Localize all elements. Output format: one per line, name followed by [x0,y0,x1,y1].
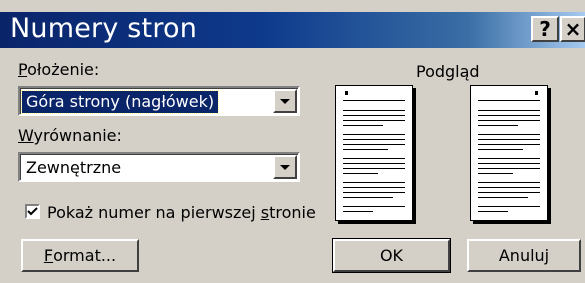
page-numbers-dialog: Numery stron ? × Położenie: Góra strony … [0,0,585,283]
show-number-first-page-checkbox[interactable] [25,204,40,219]
alignment-select[interactable]: Zewnętrzne [18,152,300,182]
alignment-select-value: Zewnętrzne [26,158,122,177]
checkmark-icon [27,207,38,216]
chevron-down-icon [280,164,290,170]
position-label: Położenie: [18,60,100,79]
title-bar[interactable]: Numery stron ? × [0,12,585,48]
alignment-label: Wyrównanie: [18,126,122,145]
show-number-first-page-label[interactable]: Pokaż numer na pierwszej stronie [47,203,316,222]
page-number-mark [345,91,348,95]
close-button[interactable]: × [560,16,585,42]
preview-page-left [335,85,413,221]
ok-button[interactable]: OK [332,238,451,273]
alignment-dropdown-button[interactable] [273,155,297,179]
page-number-mark [535,91,538,95]
position-dropdown-button[interactable] [273,89,297,113]
cancel-button[interactable]: Anuluj [467,239,581,272]
position-select[interactable]: Góra strony (nagłówek) [18,86,300,116]
close-icon: × [564,17,582,41]
chevron-down-icon [280,98,290,104]
dialog-title: Numery stron [10,13,198,44]
format-button[interactable]: Format... [21,239,139,272]
position-select-value: Góra strony (nagłówek) [20,90,220,114]
preview-page-right [470,85,548,221]
help-button[interactable]: ? [531,16,559,42]
preview-label: Podgląd [416,62,480,81]
help-icon: ? [539,17,551,41]
